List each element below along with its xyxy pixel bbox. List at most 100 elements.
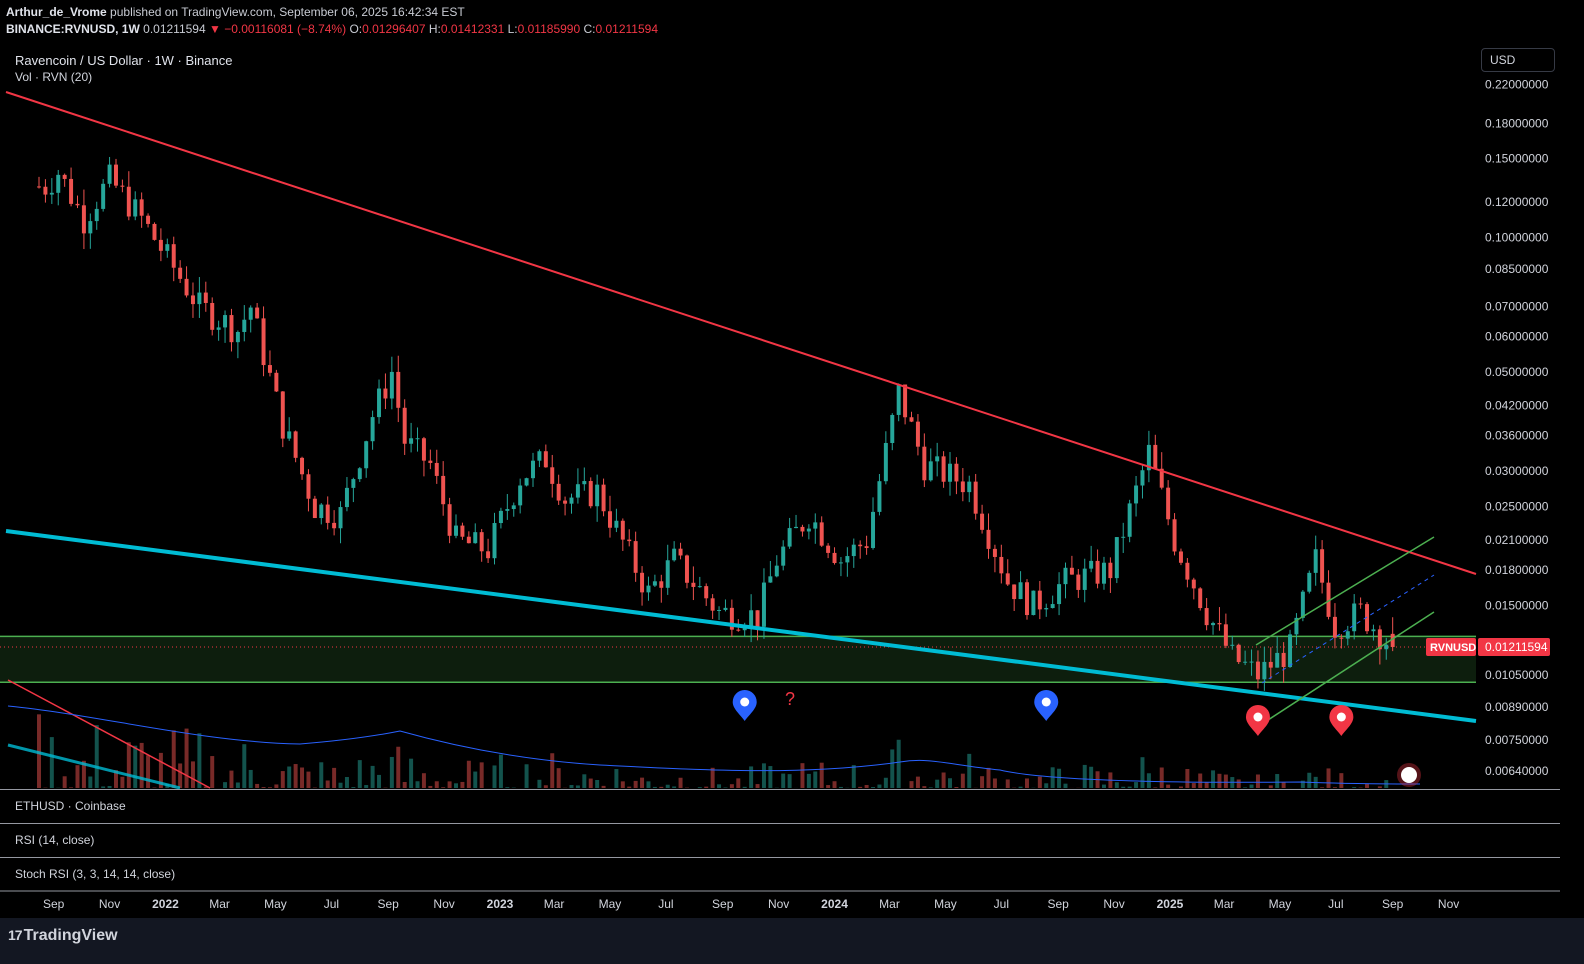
candle-body	[306, 474, 311, 499]
volume-bar	[1191, 783, 1196, 788]
volume-bar	[1275, 774, 1280, 788]
candle-body	[139, 199, 144, 216]
volume-bar	[1198, 773, 1203, 788]
y-tick-label: 0.02100000	[1485, 533, 1549, 547]
rsi-pane[interactable]: RSI (14, close)	[0, 823, 1560, 857]
volume-bar	[960, 773, 965, 788]
tradingview-logo[interactable]: 17 TradingView	[8, 927, 118, 945]
volume-bar	[832, 781, 837, 788]
volume-bar	[280, 771, 285, 788]
footer-bar: 17 TradingView	[0, 918, 1584, 964]
volume-bar	[338, 782, 343, 788]
volume-bar	[710, 767, 715, 788]
candle-body	[883, 442, 888, 482]
pin-dot	[740, 697, 750, 707]
candle-body	[992, 548, 997, 557]
candle-body	[511, 505, 516, 510]
volume-bar	[1236, 779, 1241, 788]
candle-body	[216, 327, 221, 330]
volume-bar	[344, 777, 349, 788]
candle-body	[1082, 568, 1087, 590]
volume-bar	[447, 781, 452, 788]
candle-body	[768, 576, 773, 583]
stoch-rsi-pane[interactable]: Stoch RSI (3, 3, 14, 14, close)	[0, 857, 1560, 891]
volume-bar	[640, 777, 645, 788]
candle-body	[659, 581, 664, 588]
candle-body	[184, 278, 189, 296]
candle-body	[1140, 470, 1145, 486]
candle-body	[248, 307, 253, 320]
eth-pane[interactable]: ETHUSD · Coinbase	[0, 789, 1560, 823]
volume-bar	[1057, 768, 1062, 788]
volume-bar	[524, 764, 529, 788]
candle-body	[383, 388, 388, 399]
x-tick-label: May	[1269, 897, 1292, 911]
candle-body	[171, 244, 176, 268]
x-tick-label: Sep	[712, 897, 734, 911]
volume-bar	[935, 779, 940, 788]
question-mark-annotation: ?	[785, 689, 795, 709]
volume-bar	[1281, 782, 1286, 788]
volume-bar	[460, 781, 465, 788]
volume-bar	[1127, 786, 1132, 788]
price-chart[interactable]: ? 0.22000000 0.18000000 0.15000000 0.120000…	[0, 0, 1584, 918]
volume-bar	[1211, 770, 1216, 788]
volume-bar	[325, 780, 330, 788]
volume-bar	[838, 786, 843, 788]
volume-bar	[704, 786, 709, 788]
volume-bar	[851, 765, 856, 788]
volume-bar	[871, 787, 876, 788]
candle-body	[498, 510, 503, 524]
volume-bar	[1018, 786, 1023, 788]
pin-dot	[1336, 712, 1346, 722]
candle-body	[774, 565, 779, 577]
candle-body	[88, 221, 93, 234]
y-tick-label: 0.05000000	[1485, 365, 1549, 379]
y-tick-label: 0.07000000	[1485, 300, 1549, 314]
volume-bar	[877, 784, 882, 788]
candle-body	[1307, 572, 1312, 592]
candle-body	[293, 431, 298, 458]
candle-body	[980, 513, 985, 530]
candle-body	[896, 384, 901, 415]
x-tick-label: 2024	[821, 897, 848, 911]
candle-body	[877, 481, 882, 512]
x-tick-label: 2022	[152, 897, 179, 911]
candle-body	[1384, 644, 1389, 650]
volume-bar	[569, 785, 574, 788]
candle-body	[113, 164, 118, 186]
volume-bar	[652, 786, 657, 788]
volume-bar	[319, 762, 324, 788]
volume-bar	[69, 787, 74, 788]
volume-bar	[454, 783, 458, 788]
volume-bar	[826, 785, 831, 788]
x-tick-label: Mar	[209, 897, 230, 911]
volume-bar	[1082, 764, 1087, 788]
x-tick-label: Nov	[1103, 897, 1124, 911]
candle-body	[845, 556, 850, 563]
volume-bar	[1134, 782, 1139, 788]
volume-bar	[665, 784, 670, 788]
candle-body	[319, 504, 324, 519]
candle-body	[967, 481, 972, 493]
candle-body	[1089, 560, 1094, 569]
volume-bar	[1121, 786, 1126, 788]
brand-name: TradingView	[23, 927, 118, 944]
volume-bar	[300, 767, 305, 788]
candle-body	[261, 318, 266, 366]
eth-pane-label: ETHUSD · Coinbase	[15, 799, 126, 813]
volume-indicator-label[interactable]: Vol · RVN (20)	[15, 70, 92, 84]
candle-body	[1262, 661, 1267, 680]
currency-button[interactable]: USD	[1481, 48, 1555, 72]
candle-body	[1018, 582, 1023, 600]
candle-body	[999, 556, 1004, 574]
volume-bar	[101, 786, 106, 788]
volume-bar	[1101, 784, 1106, 788]
candle-body	[197, 292, 202, 305]
candle-body	[1101, 562, 1106, 584]
x-tick-label: Mar	[1214, 897, 1235, 911]
volume-bar	[402, 781, 407, 788]
candle-body	[133, 199, 138, 217]
volume-bar	[896, 739, 901, 788]
volume-bar	[697, 787, 702, 788]
